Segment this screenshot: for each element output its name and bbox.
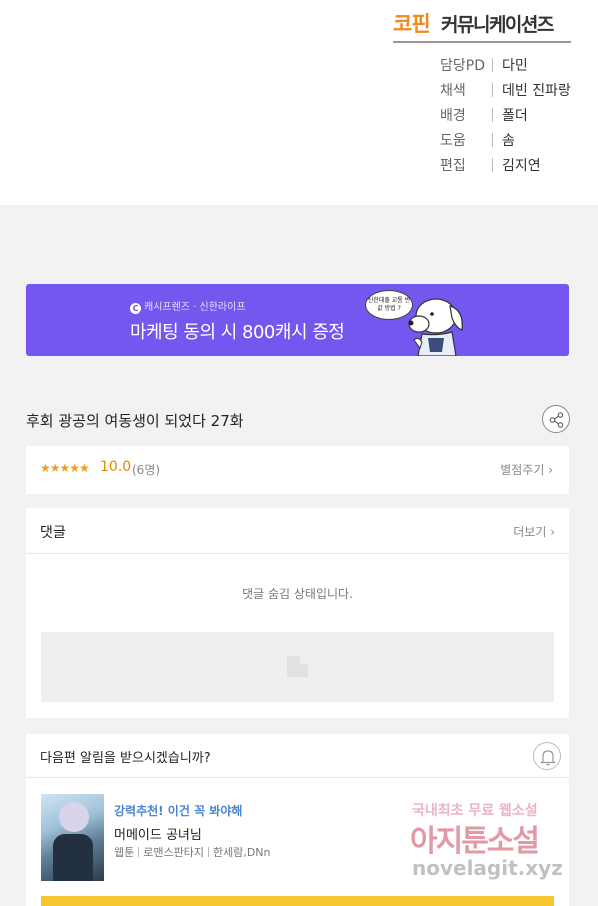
publisher-logo: 코핀 커뮤니케이션즈 <box>393 8 571 46</box>
next-episode-header: 다음편 알림을 받으시겠습니까? <box>26 734 569 778</box>
ad-placeholder[interactable] <box>41 632 554 702</box>
recommendation-title[interactable]: 머메이드 공녀님 <box>114 824 202 843</box>
logo-brand: 코핀 <box>393 12 431 36</box>
star-rating-icon: ★★★★★ <box>40 461 90 475</box>
episode-title: 후회 광공의 여동생이 되었다 27화 <box>26 412 244 430</box>
credit-role: 채색 <box>440 83 466 99</box>
placeholder-corner <box>300 656 308 664</box>
share-button[interactable] <box>542 405 570 433</box>
credit-name: 데빈 진파랑 <box>502 83 571 99</box>
credit-role: 배경 <box>440 108 466 124</box>
watermark-url: novelagit.xyz <box>412 856 563 880</box>
cash-icon: C <box>130 303 141 314</box>
share-icon <box>549 412 564 428</box>
rate-button[interactable]: 별점주기 › <box>500 461 553 478</box>
credits-section: 코핀 커뮤니케이션즈 담당PD 다민 채색 데빈 진파랑 배경 폴더 도움 솜 … <box>0 0 598 205</box>
watermark-brand: 아지툰소설 <box>410 824 540 859</box>
credit-name: 폴더 <box>502 108 528 124</box>
site-watermark: 국내최초 무료 웹소설 아지툰소설 novelagit.xyz <box>410 800 590 890</box>
logo-company: 커뮤니케이션즈 <box>441 14 554 36</box>
notification-bell-button[interactable] <box>533 742 561 770</box>
credit-divider <box>492 58 493 72</box>
promo-banner[interactable]: C 캐시프렌즈 · 신한라이프 마케팅 동의 시 800캐시 증정 신한대출 교통… <box>26 284 569 356</box>
next-episode-question: 다음편 알림을 받으시겠습니까? <box>40 751 211 766</box>
comments-hidden-message: 댓글 숨김 상태입니다. <box>242 587 353 601</box>
dog-illustration <box>408 298 463 356</box>
meta-divider <box>138 847 140 857</box>
recommendation-genre: 로맨스판타지 <box>143 846 204 859</box>
rating-value: 10.0 <box>100 459 132 475</box>
thumbnail-character-body <box>53 834 93 881</box>
notification-subscribe-button[interactable] <box>41 896 554 906</box>
credit-name: 김지연 <box>502 158 541 174</box>
comments-title: 댓글 <box>40 525 66 541</box>
credit-divider <box>492 108 493 122</box>
credit-role: 편집 <box>440 158 466 174</box>
banner-sponsor-text: 캐시프렌즈 · 신한라이프 <box>144 302 246 313</box>
recommendation-category: 웹툰 <box>114 846 135 859</box>
recommendation-tag: 강력추천! 이건 꼭 봐야해 <box>114 804 243 818</box>
thumbnail-character-head <box>59 802 89 832</box>
credit-role: 도움 <box>440 133 466 149</box>
banner-headline: 마케팅 동의 시 800캐시 증정 <box>130 322 345 343</box>
recommendation-thumbnail[interactable] <box>41 794 104 881</box>
meta-divider <box>207 847 209 857</box>
rating-card: ★★★★★ 10.0 (6명) 별점주기 › <box>26 446 569 494</box>
logo-underline <box>393 41 571 43</box>
credit-divider <box>492 133 493 147</box>
bell-icon <box>540 750 556 766</box>
credit-divider <box>492 83 493 97</box>
image-placeholder-icon <box>287 656 308 677</box>
credit-divider <box>492 158 493 172</box>
comments-more-link[interactable]: 더보기 › <box>513 523 555 540</box>
credit-role: 담당PD <box>440 58 485 74</box>
recommendation-authors: 한세람,DNn <box>212 846 271 859</box>
comments-card: 댓글 더보기 › 댓글 숨김 상태입니다. <box>26 508 569 718</box>
credit-name: 솜 <box>502 133 515 149</box>
credit-name: 다민 <box>502 58 528 74</box>
comments-header: 댓글 더보기 › <box>26 508 569 554</box>
recommendation-meta: 웹툰 로맨스판타지 한세람,DNn <box>114 844 271 860</box>
banner-sponsor: C 캐시프렌즈 · 신한라이프 <box>130 298 246 314</box>
rating-count: (6명) <box>132 463 161 477</box>
